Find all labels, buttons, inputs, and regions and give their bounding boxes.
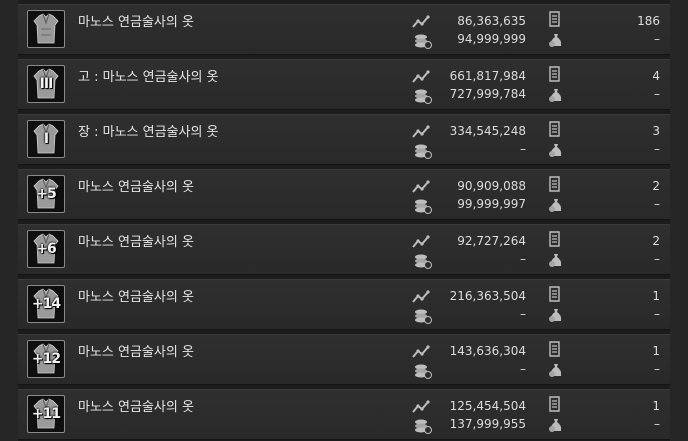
registered-count: 4 <box>652 69 660 83</box>
item-icon[interactable]: +5 <box>27 175 65 213</box>
item-icon[interactable]: I <box>27 120 65 158</box>
item-name: 마노스 연금술사의 옷 <box>78 290 194 305</box>
item-icon[interactable]: +11 <box>27 395 65 433</box>
max-price: – <box>520 142 526 156</box>
silver-coins-icon <box>415 309 432 324</box>
item-name: 장 : 마노스 연금술사의 옷 <box>78 125 219 140</box>
market-item-row[interactable]: +11 마노스 연금술사의 옷 125,454,504 137,999,955 … <box>18 389 670 440</box>
enhancement-level: III <box>39 76 54 92</box>
base-price: 86,363,635 <box>457 14 526 28</box>
money-bag-icon <box>549 89 562 102</box>
item-icon[interactable]: +12 <box>27 340 65 378</box>
max-price: 137,999,955 <box>449 417 526 431</box>
registration-doc-icon <box>549 231 560 247</box>
stock-count: – <box>654 362 660 376</box>
registration-doc-icon <box>549 121 560 137</box>
market-item-row[interactable]: +6 마노스 연금술사의 옷 92,727,264 – 2 – <box>18 224 670 275</box>
registration-doc-icon <box>549 66 560 82</box>
item-name: 마노스 연금술사의 옷 <box>78 400 194 415</box>
market-item-list: 마노스 연금술사의 옷 86,363,635 94,999,999 186 – … <box>18 0 670 441</box>
registration-doc-icon <box>549 286 560 302</box>
silver-coins-icon <box>415 254 432 269</box>
registration-doc-icon <box>549 11 560 27</box>
stock-count: – <box>654 32 660 46</box>
left-edge <box>0 0 18 441</box>
market-item-row[interactable]: III 고 : 마노스 연금술사의 옷 661,817,984 727,999,… <box>18 59 670 110</box>
item-icon[interactable]: III <box>27 65 65 103</box>
item-name: 마노스 연금술사의 옷 <box>78 180 194 195</box>
money-bag-icon <box>549 419 562 432</box>
registered-count: 2 <box>652 234 660 248</box>
max-price: – <box>520 307 526 321</box>
robe-icon <box>33 13 59 44</box>
base-price: 92,727,264 <box>457 234 526 248</box>
stock-count: – <box>654 142 660 156</box>
registered-count: 3 <box>652 124 660 138</box>
max-price: – <box>520 252 526 266</box>
enhancement-level: +14 <box>31 296 61 312</box>
silver-coins-icon <box>415 419 432 434</box>
silver-coins-icon <box>415 364 432 379</box>
item-name: 마노스 연금술사의 옷 <box>78 15 194 30</box>
item-icon[interactable]: +6 <box>27 230 65 268</box>
enhancement-level: +5 <box>36 186 56 202</box>
stock-count: – <box>654 197 660 211</box>
base-price: 90,909,088 <box>457 179 526 193</box>
enhancement-level: +6 <box>36 241 56 257</box>
base-price: 334,545,248 <box>449 124 526 138</box>
enhancement-level: +12 <box>31 351 61 367</box>
silver-coins-icon <box>415 199 432 214</box>
money-bag-icon <box>549 144 562 157</box>
registered-count: 2 <box>652 179 660 193</box>
price-trend-icon[interactable] <box>412 400 430 414</box>
registered-count: 186 <box>637 14 660 28</box>
price-trend-icon[interactable] <box>412 125 430 139</box>
price-trend-icon[interactable] <box>412 345 430 359</box>
money-bag-icon <box>549 309 562 322</box>
stock-count: – <box>654 252 660 266</box>
price-trend-icon[interactable] <box>412 290 430 304</box>
registered-count: 1 <box>652 289 660 303</box>
max-price: 99,999,997 <box>457 197 526 211</box>
base-price: 661,817,984 <box>449 69 526 83</box>
base-price: 143,636,304 <box>449 344 526 358</box>
item-name: 마노스 연금술사의 옷 <box>78 345 194 360</box>
registered-count: 1 <box>652 344 660 358</box>
base-price: 216,363,504 <box>449 289 526 303</box>
money-bag-icon <box>549 254 562 267</box>
market-item-row[interactable]: 마노스 연금술사의 옷 86,363,635 94,999,999 186 – <box>18 4 670 55</box>
registration-doc-icon <box>549 396 560 412</box>
item-name: 마노스 연금술사의 옷 <box>78 235 194 250</box>
enhancement-level: +11 <box>31 406 61 422</box>
silver-coins-icon <box>415 89 432 104</box>
right-edge <box>670 0 688 441</box>
stock-count: – <box>654 417 660 431</box>
registration-doc-icon <box>549 341 560 357</box>
price-trend-icon[interactable] <box>412 180 430 194</box>
money-bag-icon <box>549 199 562 212</box>
max-price: – <box>520 362 526 376</box>
item-name: 고 : 마노스 연금술사의 옷 <box>78 70 219 85</box>
base-price: 125,454,504 <box>449 399 526 413</box>
max-price: 727,999,784 <box>449 87 526 101</box>
silver-coins-icon <box>415 34 432 49</box>
price-trend-icon[interactable] <box>412 235 430 249</box>
max-price: 94,999,999 <box>457 32 526 46</box>
enhancement-level: I <box>43 131 49 147</box>
price-trend-icon[interactable] <box>412 70 430 84</box>
market-item-row[interactable]: +14 마노스 연금술사의 옷 216,363,504 – 1 – <box>18 279 670 330</box>
registered-count: 1 <box>652 399 660 413</box>
market-item-row[interactable]: I 장 : 마노스 연금술사의 옷 334,545,248 – 3 – <box>18 114 670 165</box>
stock-count: – <box>654 87 660 101</box>
money-bag-icon <box>549 34 562 47</box>
item-icon[interactable] <box>27 10 65 48</box>
item-icon[interactable]: +14 <box>27 285 65 323</box>
price-trend-icon[interactable] <box>412 15 430 29</box>
silver-coins-icon <box>415 144 432 159</box>
market-item-row[interactable]: +5 마노스 연금술사의 옷 90,909,088 99,999,997 2 – <box>18 169 670 220</box>
registration-doc-icon <box>549 176 560 192</box>
market-item-row[interactable]: +12 마노스 연금술사의 옷 143,636,304 – 1 – <box>18 334 670 385</box>
money-bag-icon <box>549 364 562 377</box>
stock-count: – <box>654 307 660 321</box>
